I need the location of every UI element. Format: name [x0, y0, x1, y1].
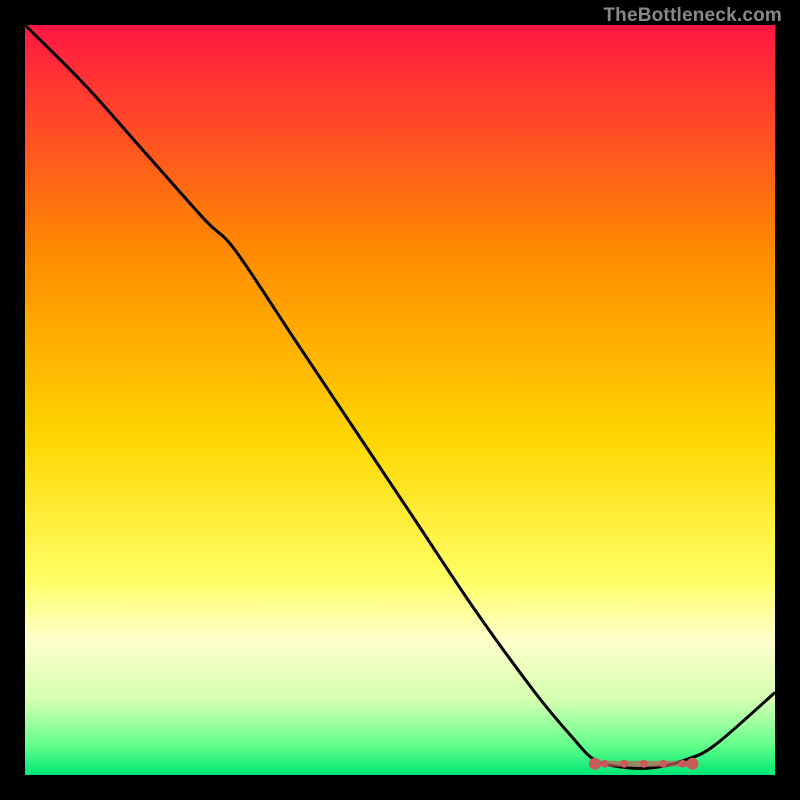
- chart-container: TheBottleneck.com: [0, 0, 800, 800]
- plot-area: [25, 25, 775, 775]
- chart-svg: [25, 25, 775, 775]
- watermark-text: TheBottleneck.com: [603, 5, 782, 27]
- gradient-background: [25, 25, 775, 775]
